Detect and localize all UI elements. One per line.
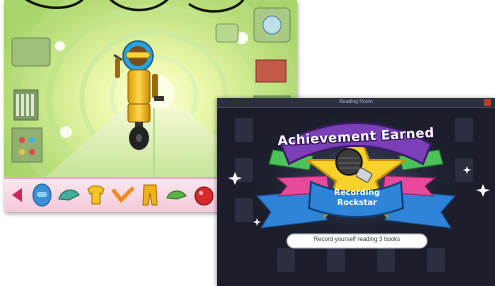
badge-name-line2: Rockstar bbox=[337, 198, 377, 207]
wardrobe-item-hat[interactable] bbox=[57, 183, 81, 207]
left-arrow-icon[interactable] bbox=[10, 187, 24, 203]
hat-icon bbox=[166, 190, 187, 200]
wardrobe-item-cap[interactable] bbox=[165, 183, 189, 207]
hat-icon bbox=[58, 189, 80, 201]
wardrobe-item-arm[interactable] bbox=[111, 183, 135, 207]
pants-icon bbox=[142, 184, 158, 206]
achievement-screen: Reading Room Achievement Earned Recordin… bbox=[217, 98, 495, 286]
shirt-icon bbox=[87, 185, 105, 205]
achievement-description: Record yourself reading 3 books bbox=[313, 237, 401, 243]
badge-name-line1: Recording bbox=[334, 188, 380, 197]
helmet-icon bbox=[32, 183, 52, 207]
wardrobe-item-pants[interactable] bbox=[138, 183, 162, 207]
wardrobe-item-body[interactable] bbox=[192, 183, 216, 207]
wardrobe-item-helmet[interactable] bbox=[30, 183, 54, 207]
body-icon bbox=[194, 186, 214, 206]
wardrobe-item-shirt[interactable] bbox=[84, 183, 108, 207]
arm-icon bbox=[112, 187, 134, 204]
